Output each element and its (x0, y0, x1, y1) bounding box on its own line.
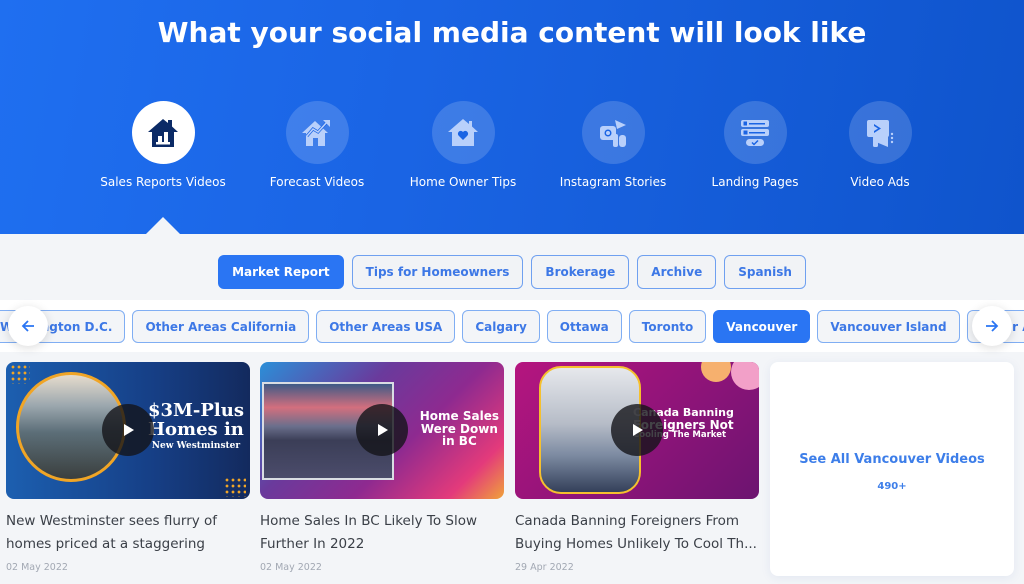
category-instagram-stories[interactable]: Instagram Stories (538, 101, 688, 189)
thumbnail-line: in BC (441, 434, 477, 449)
scroll-left-button[interactable] (8, 306, 48, 346)
video-title[interactable]: New Westminster sees flurry of homes pri… (6, 510, 250, 556)
video-thumbnail[interactable]: $3M-Plus Homes in New Westminster (6, 362, 250, 499)
region-chips: Washington D.C. Other Areas California O… (0, 310, 1024, 343)
decor-circle (731, 362, 759, 390)
category-video-ads[interactable]: Video Ads (805, 101, 955, 189)
arrow-left-icon (21, 320, 34, 332)
category-label: Forecast Videos (269, 175, 365, 189)
category-sales-reports-videos[interactable]: Sales Reports Videos (88, 101, 238, 189)
category-forecast-videos[interactable]: Forecast Videos (242, 101, 392, 189)
tab-brokerage[interactable]: Brokerage (531, 255, 630, 289)
region-other-areas-usa[interactable]: Other Areas USA (316, 310, 456, 343)
arrow-right-icon (986, 320, 999, 332)
thumbnail-line: New Westminster (151, 440, 241, 451)
dot-pattern (10, 364, 30, 384)
category-icon-circle (848, 101, 912, 164)
category-label: Home Owner Tips (409, 175, 517, 189)
hero-banner: What your social media content will look… (0, 0, 1024, 234)
video-date: 02 May 2022 (260, 562, 322, 573)
region-toronto[interactable]: Toronto (628, 310, 707, 343)
play-button[interactable] (611, 404, 663, 456)
play-icon (124, 424, 134, 436)
video-card[interactable]: Home Sales Were Down in BC Home Sales In… (260, 362, 504, 573)
tab-archive[interactable]: Archive (637, 255, 717, 289)
video-thumbnail[interactable]: Canada Banning Foreigners Not Cooling Th… (515, 362, 759, 499)
content-tabs: Market Report Tips for Homeowners Broker… (0, 255, 1024, 289)
video-date: 02 May 2022 (6, 562, 68, 573)
play-icon (633, 424, 643, 436)
house-heart-icon (448, 118, 478, 146)
dot-pattern (224, 477, 246, 497)
video-date: 29 Apr 2022 (515, 562, 574, 573)
form-page-icon (741, 119, 769, 146)
category-label: Instagram Stories (559, 175, 667, 189)
video-title[interactable]: Canada Banning Foreigners From Buying Ho… (515, 510, 759, 556)
house-chart-icon (148, 118, 178, 147)
see-all-videos-card[interactable]: See All Vancouver Videos 490+ (770, 362, 1014, 576)
category-label: Video Ads (850, 175, 910, 189)
decor-circle (701, 362, 731, 382)
category-nav: Sales Reports Videos Forecast Videos Hom… (0, 101, 1024, 201)
video-card[interactable]: Canada Banning Foreigners Not Cooling Th… (515, 362, 759, 573)
video-title[interactable]: Home Sales In BC Likely To Slow Further … (260, 510, 504, 556)
active-category-pointer (146, 217, 180, 234)
play-button[interactable] (356, 404, 408, 456)
region-other-areas-california[interactable]: Other Areas California (132, 310, 310, 343)
category-home-owner-tips[interactable]: Home Owner Tips (388, 101, 538, 189)
thumbnail-text: $3M-Plus Homes in New Westminster (148, 401, 244, 451)
region-vancouver-island[interactable]: Vancouver Island (817, 310, 960, 343)
scroll-right-button[interactable] (972, 306, 1012, 346)
tab-tips-for-homeowners[interactable]: Tips for Homeowners (351, 255, 524, 289)
play-button[interactable] (102, 404, 154, 456)
region-ottawa[interactable]: Ottawa (546, 310, 622, 343)
thumbnail-text: Home Sales Were Down in BC (420, 410, 499, 448)
video-megaphone-icon (867, 119, 894, 147)
video-thumbnail[interactable]: Home Sales Were Down in BC (260, 362, 504, 499)
video-count: 490+ (877, 481, 907, 492)
category-icon-circle (723, 101, 787, 164)
video-card[interactable]: $3M-Plus Homes in New Westminster New We… (6, 362, 250, 573)
thumbnail-line: Home Sales (419, 409, 499, 423)
category-icon-circle (131, 101, 195, 164)
category-icon-circle (581, 101, 645, 164)
category-icon-circle (431, 101, 495, 164)
category-icon-circle (285, 101, 349, 164)
region-vancouver[interactable]: Vancouver (713, 310, 811, 343)
region-calgary[interactable]: Calgary (462, 310, 540, 343)
category-label: Sales Reports Videos (100, 175, 226, 189)
tab-spanish[interactable]: Spanish (724, 255, 806, 289)
page-title: What your social media content will look… (157, 16, 867, 49)
instagram-hand-icon (600, 119, 626, 147)
see-all-link[interactable]: See All Vancouver Videos (770, 452, 1014, 467)
thumbnail-line: Homes in (148, 418, 244, 440)
tab-market-report[interactable]: Market Report (218, 255, 344, 289)
region-filter-bar: Washington D.C. Other Areas California O… (0, 300, 1024, 352)
play-icon (378, 424, 388, 436)
house-trend-icon (302, 119, 330, 146)
